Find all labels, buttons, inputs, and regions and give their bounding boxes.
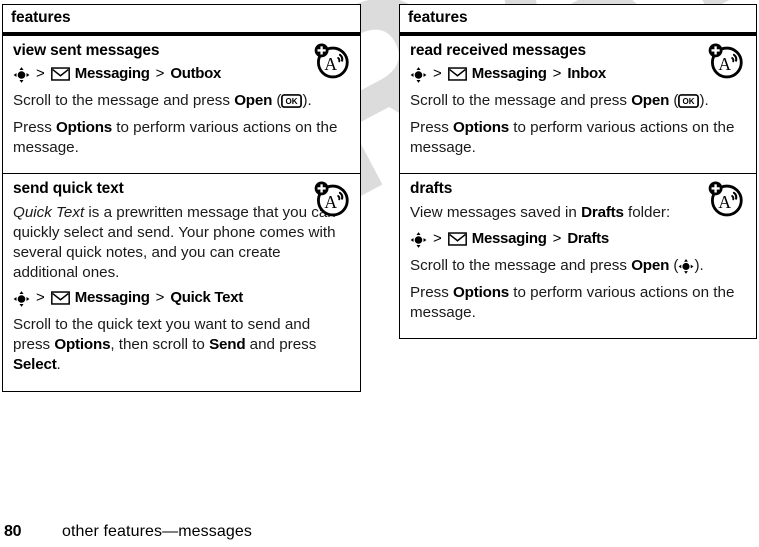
path-separator: > bbox=[433, 65, 442, 82]
manual-page: DRAFT featuresview sent messages>Messagi… bbox=[0, 0, 759, 547]
features-table-header: features bbox=[2, 4, 361, 32]
instruction-paragraph: Press Options to perform various actions… bbox=[13, 118, 338, 156]
ok-key-inline: OK bbox=[281, 92, 303, 109]
feature-title: send quick text bbox=[13, 180, 124, 198]
page-number: 80 bbox=[4, 523, 22, 540]
features-column-right: features read received messages > Messaging… bbox=[399, 4, 757, 340]
path-separator: > bbox=[155, 65, 165, 82]
path-separator: > bbox=[155, 289, 165, 307]
navigation-key-icon bbox=[13, 290, 30, 307]
feature-section: drafts View messages saved in Drafts fold… bbox=[400, 174, 756, 338]
envelope-icon bbox=[447, 232, 467, 246]
path-item: Messaging bbox=[74, 289, 150, 307]
path-separator: > bbox=[552, 65, 562, 82]
features-column-left: features view sent messages > Messaging > Out… bbox=[2, 4, 361, 392]
path-item: Outbox bbox=[170, 65, 222, 82]
path-item: Drafts bbox=[567, 230, 609, 247]
instruction-paragraph: Scroll to the quick text you want to sen… bbox=[13, 316, 317, 373]
features-table-header: features bbox=[399, 4, 757, 32]
features-table-body: view sent messages > Messaging > Outbox Scrol… bbox=[2, 36, 361, 392]
emphasis-term: Open bbox=[631, 92, 670, 109]
text-entry-mode-icon: A bbox=[708, 43, 743, 79]
ok-key-inline: OK bbox=[678, 92, 700, 109]
navigation-key-icon bbox=[410, 231, 427, 248]
path-item: Messaging bbox=[74, 65, 150, 82]
instruction-paragraph: Scroll to the message and press Open (OK… bbox=[410, 92, 709, 109]
emphasis-term: Options bbox=[54, 336, 111, 353]
svg-text:A: A bbox=[324, 54, 337, 74]
path-item: Quick Text bbox=[170, 289, 243, 307]
navigation-key-icon bbox=[13, 66, 30, 83]
feature-section: send quick text Quick Text is a prewritte… bbox=[3, 174, 360, 390]
menu-path: > Messaging > Drafts bbox=[410, 230, 746, 248]
feature-section: read received messages > Messaging > Inbox Sc… bbox=[400, 36, 756, 175]
emphasis-term: Send bbox=[209, 336, 246, 353]
instruction-paragraph: View messages saved in Drafts folder: bbox=[410, 204, 671, 222]
features-table-body: read received messages > Messaging > Inbox Sc… bbox=[399, 36, 757, 340]
envelope-icon bbox=[50, 67, 70, 81]
path-separator: > bbox=[433, 230, 442, 247]
instruction-paragraph: Scroll to the message and press Open (). bbox=[410, 257, 704, 274]
path-item: Messaging bbox=[471, 65, 547, 82]
envelope-icon bbox=[50, 291, 70, 305]
path-item: Messaging bbox=[471, 230, 547, 247]
svg-text:A: A bbox=[718, 54, 731, 74]
menu-path: > Messaging > Inbox bbox=[410, 65, 746, 83]
instruction-paragraph: Press Options to perform various actions… bbox=[410, 283, 735, 321]
svg-text:A: A bbox=[718, 192, 731, 212]
ok-key-icon: OK bbox=[281, 94, 303, 108]
italic-term: Quick Text bbox=[13, 204, 85, 222]
instruction-paragraph: Scroll to the message and press Open (OK… bbox=[13, 92, 312, 109]
ok-key-icon: OK bbox=[678, 94, 700, 108]
feature-section: view sent messages > Messaging > Outbox Scrol… bbox=[3, 36, 360, 175]
navigation-key-icon bbox=[410, 66, 427, 83]
svg-text:OK: OK bbox=[683, 97, 695, 106]
emphasis-term: Drafts bbox=[581, 204, 624, 222]
envelope-icon bbox=[447, 67, 467, 81]
running-title: other features—messages bbox=[62, 523, 252, 540]
instruction-paragraph: Quick Text is a prewritten message that … bbox=[13, 204, 336, 281]
emphasis-term: Options bbox=[453, 118, 510, 136]
instruction-paragraph: Press Options to perform various actions… bbox=[410, 118, 735, 156]
svg-text:A: A bbox=[324, 192, 337, 212]
emphasis-term: Open bbox=[631, 257, 670, 274]
feature-title: drafts bbox=[410, 180, 453, 198]
emphasis-term: Open bbox=[234, 92, 273, 109]
navigation-key-inline bbox=[678, 257, 694, 274]
emphasis-term: Options bbox=[56, 118, 113, 136]
text-entry-mode-icon: A bbox=[314, 181, 349, 217]
path-item: Inbox bbox=[567, 65, 606, 82]
path-separator: > bbox=[36, 65, 45, 82]
text-entry-mode-icon: A bbox=[708, 181, 743, 217]
feature-title: view sent messages bbox=[13, 42, 160, 59]
path-separator: > bbox=[552, 230, 562, 247]
emphasis-term: Select bbox=[13, 355, 57, 373]
path-separator: > bbox=[36, 289, 45, 307]
svg-text:OK: OK bbox=[286, 97, 298, 106]
feature-title: read received messages bbox=[410, 42, 586, 59]
menu-path: > Messaging > Outbox bbox=[13, 65, 350, 83]
navigation-key-icon bbox=[679, 259, 694, 274]
page-footer: 80 other features—messages bbox=[4, 523, 252, 541]
text-entry-mode-icon: A bbox=[314, 43, 349, 79]
menu-path: > Messaging > Quick Text bbox=[13, 289, 350, 307]
emphasis-term: Options bbox=[453, 283, 510, 301]
